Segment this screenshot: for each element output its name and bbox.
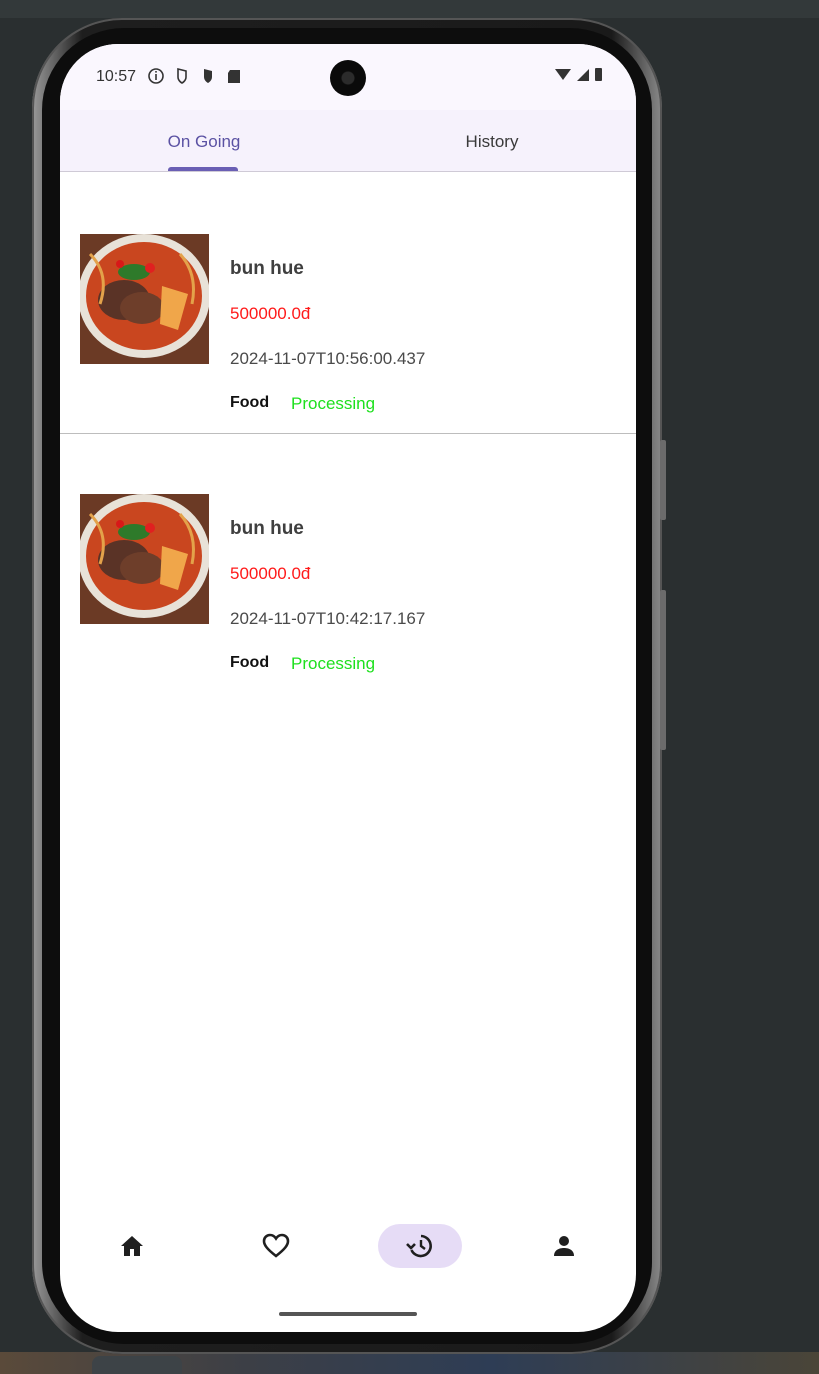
nav-profile[interactable] [522,1224,606,1268]
favorite-icon [262,1233,290,1258]
info-icon [148,67,240,84]
order-card[interactable]: bun hue 500000.0đ 2024-11-07T10:42:17.16… [60,434,636,694]
taskbar-item[interactable] [92,1356,182,1374]
order-card[interactable]: bun hue 500000.0đ 2024-11-07T10:56:00.43… [60,174,636,434]
status-notification-icons [148,66,252,91]
desktop-taskbar [0,1352,819,1374]
order-datetime: 2024-11-07T10:42:17.167 [230,609,426,628]
battery-icon [595,68,602,81]
item-category: Food [230,394,270,411]
desktop-top-strip [0,0,819,18]
status-badge: Processing [291,394,376,413]
tab-indicator [168,167,238,171]
tab-on-going[interactable]: On Going [60,110,348,171]
food-thumbnail [80,234,209,364]
item-category: Food [230,654,270,671]
history-icon [406,1234,432,1258]
home-icon [121,1236,143,1256]
wifi-icon [555,69,571,80]
status-bar: 10:57 [60,44,636,110]
signal-icon [577,68,589,81]
item-price: 500000.0đ [230,564,311,583]
front-camera [330,60,366,96]
item-price: 500000.0đ [230,304,311,323]
volume-button[interactable] [660,590,666,750]
food-thumbnail [80,494,209,624]
tab-history[interactable]: History [348,110,636,171]
profile-icon [554,1236,574,1256]
status-badge: Processing [291,654,376,673]
order-tabs: On Going History [60,110,636,172]
gesture-navigation-bar[interactable] [279,1312,417,1316]
nav-favorites[interactable] [234,1224,318,1268]
nav-home[interactable] [90,1224,174,1268]
item-name: bun hue [230,518,304,539]
app-screen: 10:57 On Going History bun hue 500000.0đ… [60,44,636,1332]
item-name: bun hue [230,258,304,279]
bottom-navigation [60,1224,636,1274]
power-button[interactable] [660,440,666,520]
system-status-icons [555,68,602,81]
order-datetime: 2024-11-07T10:56:00.437 [230,349,426,368]
status-time: 10:57 [96,68,137,85]
nav-history[interactable] [378,1224,462,1268]
